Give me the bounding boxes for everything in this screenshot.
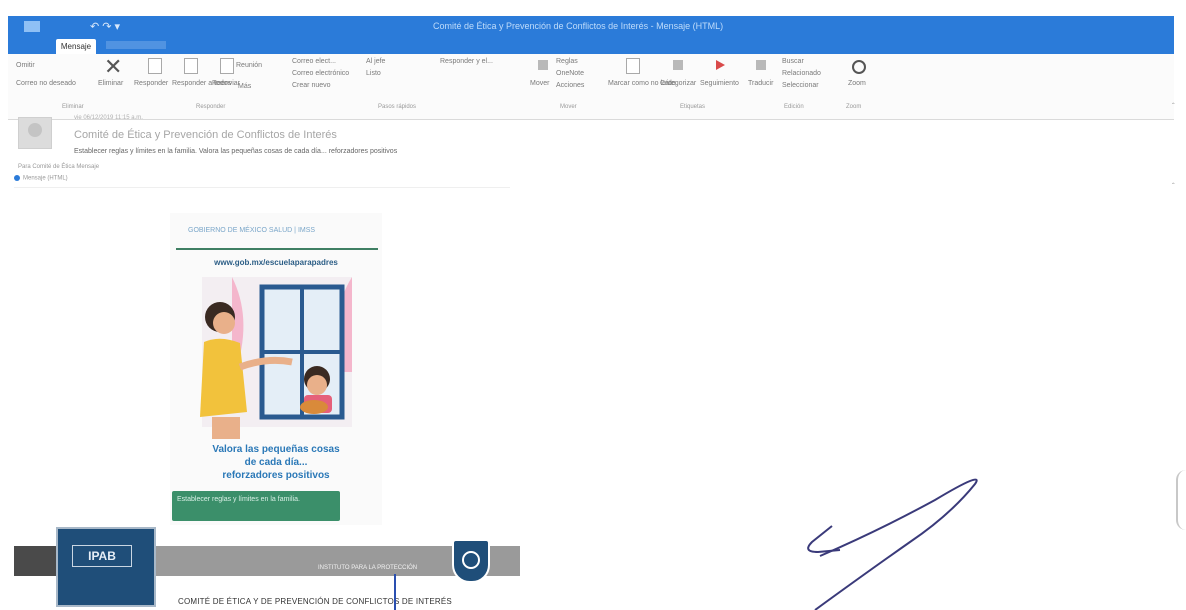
group-label-respond: Responder bbox=[196, 104, 226, 110]
categorize-button[interactable]: Categorizar bbox=[660, 80, 696, 87]
select-button[interactable]: Seleccionar bbox=[782, 82, 819, 89]
group-label-move: Mover bbox=[560, 104, 577, 110]
group-label-tags: Etiquetas bbox=[680, 104, 706, 110]
page-edge bbox=[1176, 470, 1186, 530]
quick-step-6[interactable]: Responder y el... bbox=[440, 58, 493, 65]
tab-other[interactable] bbox=[106, 41, 166, 49]
poster-banner: Establecer reglas y límites en la famili… bbox=[172, 491, 340, 521]
translate-icon[interactable] bbox=[756, 60, 766, 70]
poster-headline-line-3: reforzadores positivos bbox=[222, 470, 330, 481]
group-label-delete: Eliminar bbox=[62, 104, 84, 110]
committee-caption: COMITÉ DE ÉTICA Y DE PREVENCIÓN DE CONFL… bbox=[178, 597, 452, 606]
poster-divider bbox=[176, 248, 378, 250]
message-recipients[interactable]: Para Comité de Ética Mensaje bbox=[18, 164, 99, 170]
delete-icon[interactable]: ✕ bbox=[104, 56, 122, 78]
onenote-button[interactable]: OneNote bbox=[556, 70, 584, 77]
window-title: Comité de Ética y Prevención de Conflict… bbox=[433, 21, 724, 31]
delete-button[interactable]: Eliminar bbox=[98, 80, 123, 87]
forward-icon[interactable] bbox=[220, 58, 234, 74]
quick-step-4[interactable]: Al jefe bbox=[366, 58, 385, 65]
junk-button[interactable]: Correo no deseado bbox=[16, 80, 76, 87]
ipab-logo-text: IPAB bbox=[72, 545, 132, 567]
handwritten-signature bbox=[807, 478, 978, 610]
ignore-button[interactable]: Omitir bbox=[16, 62, 35, 69]
zoom-button[interactable]: Zoom bbox=[848, 80, 866, 87]
translate-button[interactable]: Traducir bbox=[748, 80, 773, 87]
message-date: vie 06/12/2019 11:15 a.m. bbox=[74, 115, 143, 121]
more-button[interactable]: Más bbox=[238, 83, 251, 90]
message-info-bar[interactable]: Mensaje (HTML) bbox=[14, 175, 68, 182]
reply-icon[interactable] bbox=[148, 58, 162, 74]
related-button[interactable]: Relacionado bbox=[782, 70, 821, 77]
quick-step-5[interactable]: Listo bbox=[366, 70, 381, 77]
reply-button[interactable]: Responder bbox=[134, 80, 168, 87]
poster-headline-line-1: Valora las pequeñas cosas bbox=[212, 444, 340, 455]
message-preview: Establecer reglas y límites en la famili… bbox=[74, 148, 398, 155]
forward-button[interactable]: Reenviar bbox=[212, 80, 240, 87]
window-titlebar: ↶ ↷ ▾ Comité de Ética y Prevención de Co… bbox=[8, 16, 1174, 38]
collapse-ribbon-icon[interactable]: ˆ bbox=[1172, 102, 1175, 111]
reply-all-icon[interactable] bbox=[184, 58, 198, 74]
ribbon-tab-strip bbox=[8, 38, 1174, 54]
poster-url: www.gob.mx/escuelaparapadres bbox=[214, 258, 338, 267]
actions-button[interactable]: Acciones bbox=[556, 82, 584, 89]
group-label-editing: Edición bbox=[784, 104, 804, 110]
poster-headline-line-2: de cada día... bbox=[244, 457, 308, 468]
quick-step-3[interactable]: Crear nuevo bbox=[292, 82, 331, 89]
footer-banner-text: INSTITUTO PARA LA PROTECCIÓN bbox=[318, 565, 418, 571]
ipab-logo: IPAB bbox=[56, 527, 156, 607]
sender-avatar bbox=[18, 117, 52, 149]
mark-unread-icon[interactable] bbox=[626, 58, 640, 74]
collapse-header-icon[interactable]: ˆ bbox=[1172, 182, 1175, 191]
quick-step-1[interactable]: Correo elect... bbox=[292, 58, 336, 65]
outlook-app-icon[interactable] bbox=[24, 21, 40, 32]
zoom-icon[interactable] bbox=[852, 60, 866, 74]
categorize-icon[interactable] bbox=[673, 60, 683, 70]
rules-button[interactable]: Reglas bbox=[556, 58, 578, 65]
ipab-seal-icon bbox=[452, 539, 490, 583]
poster-headline: Valora las pequeñas cosas de cada día...… bbox=[170, 443, 382, 482]
tab-message[interactable]: Mensaje bbox=[56, 39, 96, 54]
flag-icon[interactable] bbox=[716, 60, 725, 70]
seal-ring-icon bbox=[462, 551, 480, 569]
message-info-text: Mensaje (HTML) bbox=[23, 175, 68, 182]
poster-illustration bbox=[200, 277, 352, 439]
ink-mark bbox=[394, 574, 396, 610]
header-divider bbox=[14, 187, 510, 188]
move-button[interactable]: Mover bbox=[530, 80, 549, 87]
quick-access-toolbar[interactable]: ↶ ↷ ▾ bbox=[90, 20, 120, 33]
group-label-quick-steps: Pasos rápidos bbox=[378, 104, 417, 110]
move-icon[interactable] bbox=[538, 60, 548, 70]
find-button[interactable]: Buscar bbox=[782, 58, 804, 65]
quick-step-2[interactable]: Correo electrónico bbox=[292, 70, 349, 77]
info-icon bbox=[14, 175, 20, 181]
ribbon bbox=[8, 54, 1174, 120]
follow-up-button[interactable]: Seguimiento bbox=[700, 80, 739, 87]
meeting-button[interactable]: Reunión bbox=[236, 62, 262, 69]
poster-image: GOBIERNO DE MÉXICO SALUD | IMSS www.gob.… bbox=[170, 213, 382, 525]
message-subject: Comité de Ética y Prevención de Conflict… bbox=[74, 129, 337, 141]
group-label-zoom: Zoom bbox=[846, 104, 862, 110]
poster-logos: GOBIERNO DE MÉXICO SALUD | IMSS bbox=[188, 227, 316, 234]
